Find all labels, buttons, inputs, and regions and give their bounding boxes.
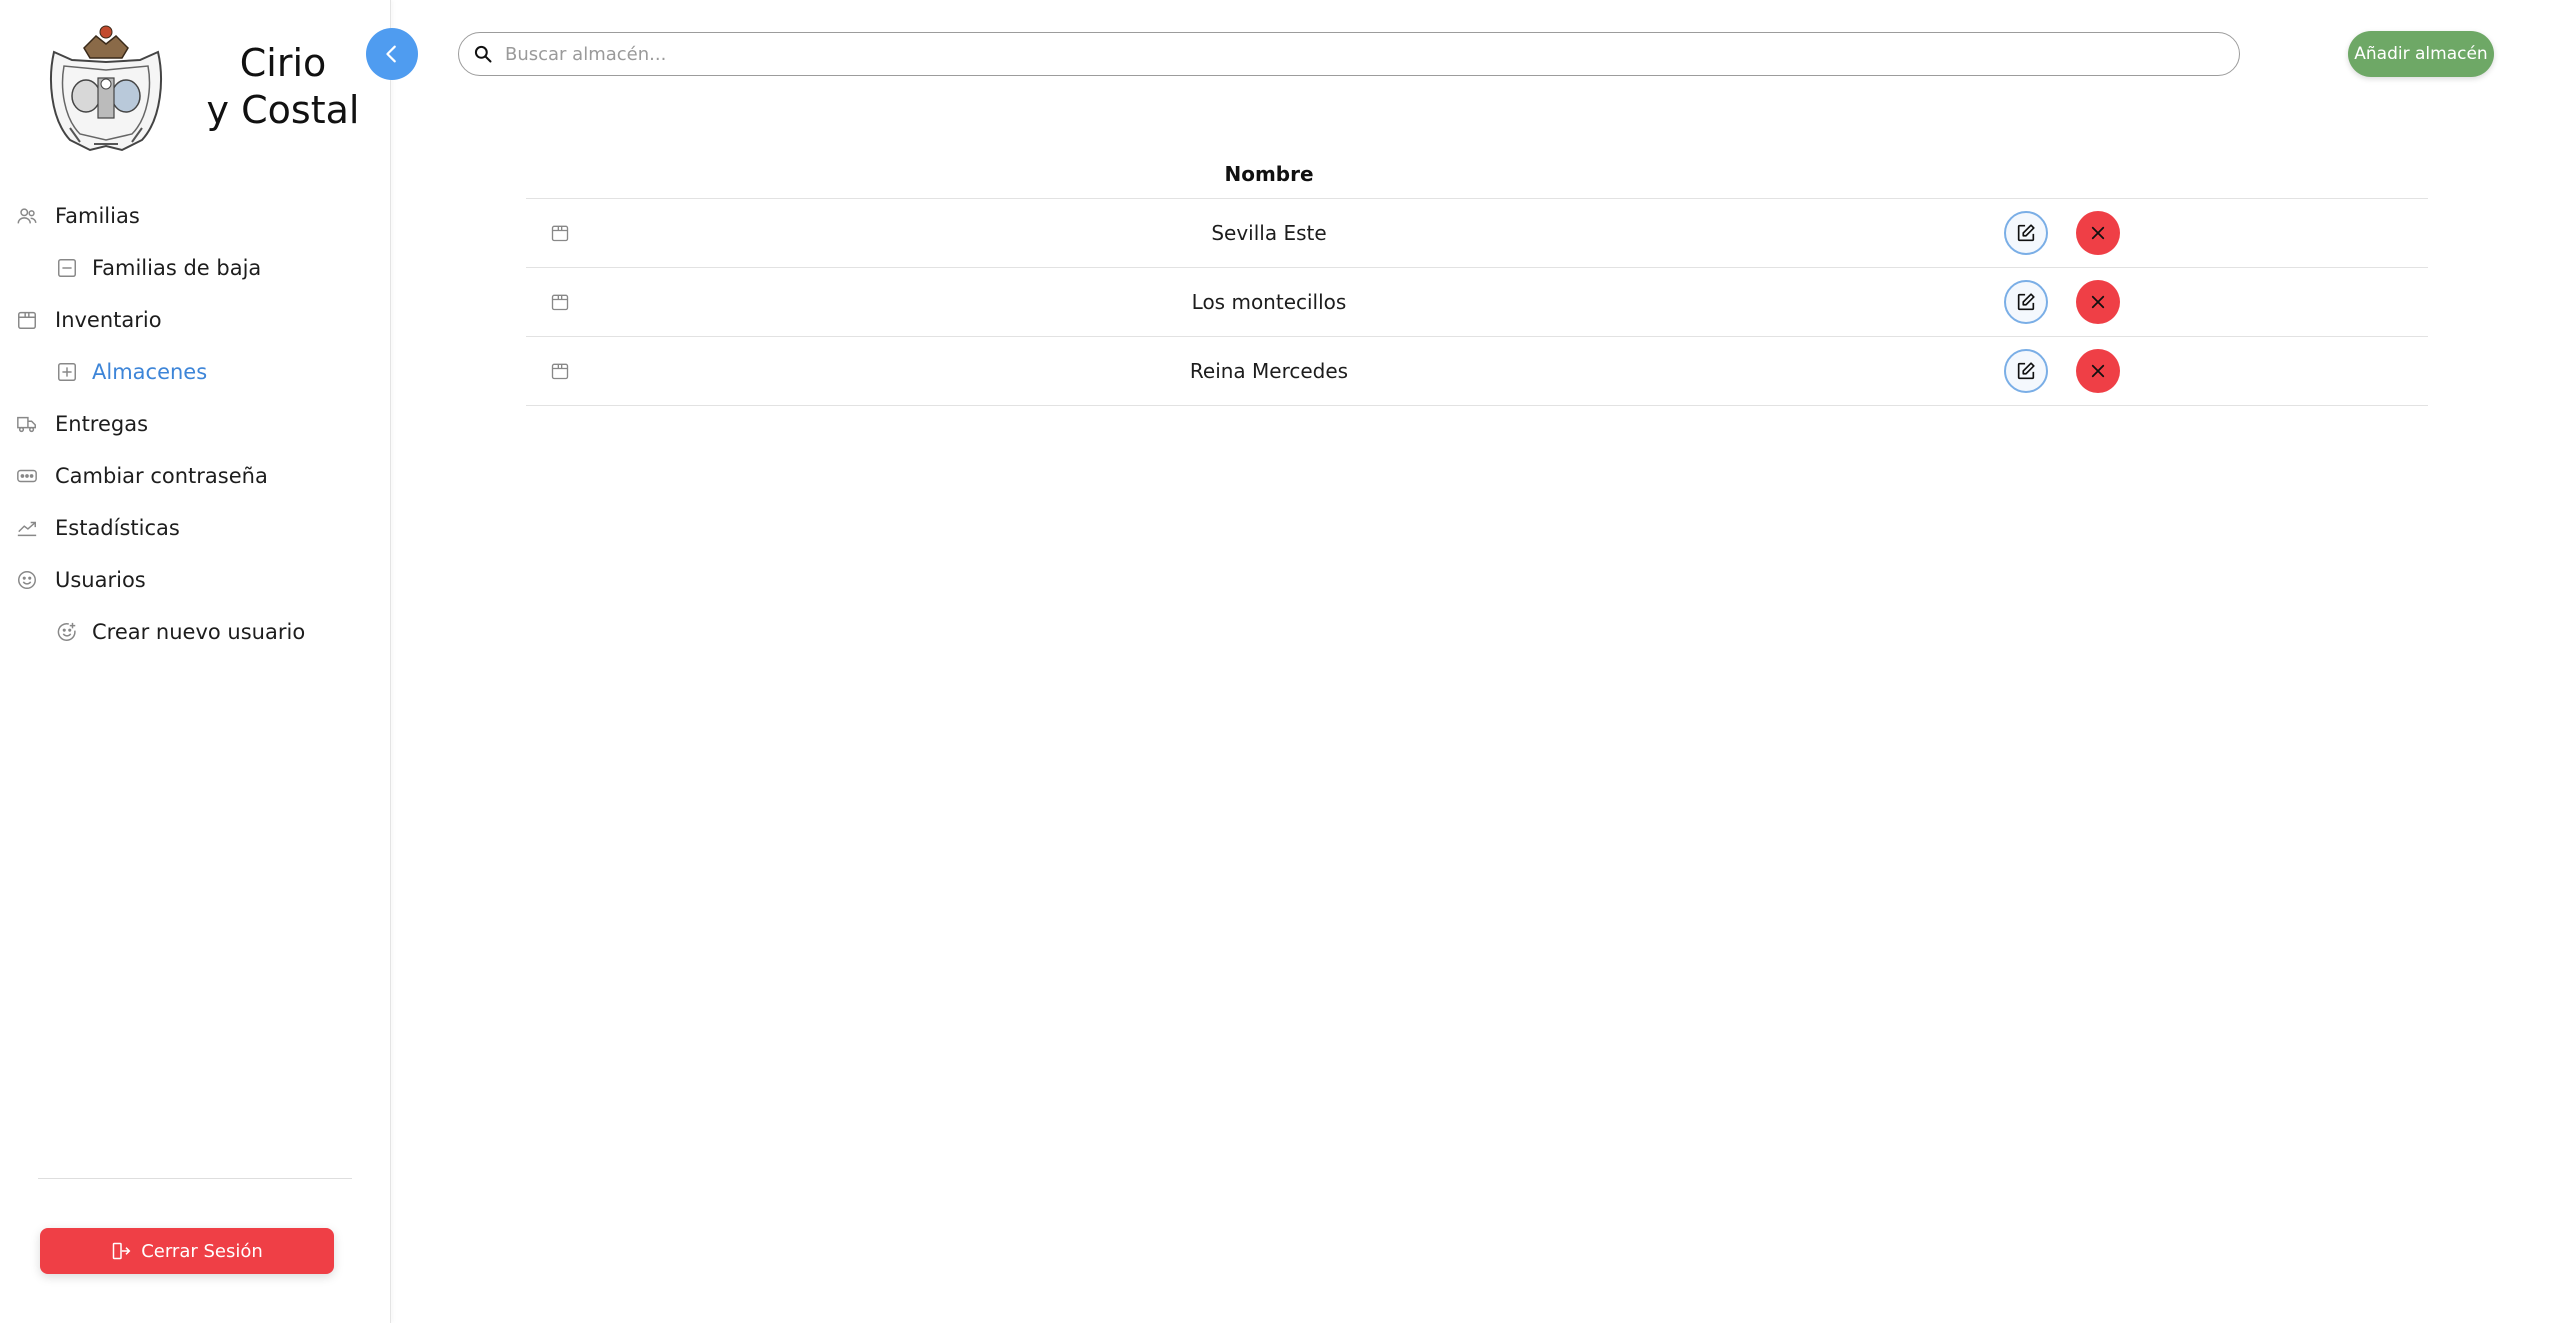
- coat-of-arms-logo: [50, 25, 162, 152]
- smile-icon: [18, 571, 36, 589]
- edit-button[interactable]: [2004, 280, 2048, 324]
- minus-square-icon: [58, 259, 76, 277]
- add-warehouse-button[interactable]: Añadir almacén: [2348, 31, 2494, 77]
- trend-chart-icon: [17, 521, 37, 537]
- sidebar-item-label: Familias de baja: [92, 256, 262, 280]
- edit-icon: [2017, 224, 2035, 242]
- warehouse-name: Reina Mercedes: [1189, 359, 1349, 383]
- edit-button[interactable]: [2004, 211, 2048, 255]
- sidebar-item-usuarios[interactable]: Usuarios: [0, 554, 390, 606]
- table-row: Reina Mercedes: [526, 337, 2428, 406]
- sidebar-item-crear-nuevo-usuario[interactable]: Crear nuevo usuario: [0, 606, 390, 658]
- delete-button[interactable]: [2076, 280, 2120, 324]
- sidebar-item-almacenes[interactable]: Almacenes: [0, 346, 390, 398]
- truck-icon: [17, 416, 36, 433]
- close-icon: [2091, 295, 2105, 309]
- brand-title-line-1: Cirio: [239, 41, 327, 85]
- sidebar-item-label: Inventario: [55, 308, 162, 332]
- logout-button[interactable]: Cerrar Sesión: [40, 1228, 334, 1274]
- chevron-left-icon: [386, 45, 396, 63]
- sidebar-item-label: Crear nuevo usuario: [92, 620, 306, 644]
- close-icon: [2091, 226, 2105, 240]
- sidebar-item-label: Cambiar contraseña: [55, 464, 268, 488]
- sidebar-nav: Familias Familias de baja Inventario Alm…: [0, 190, 390, 658]
- close-icon: [2091, 364, 2105, 378]
- sidebar-item-inventario[interactable]: Inventario: [0, 294, 390, 346]
- brand-title-line-2: y Costal: [206, 88, 360, 132]
- logout-label: Cerrar Sesión: [141, 1240, 263, 1262]
- sidebar-item-familias[interactable]: Familias: [0, 190, 390, 242]
- sidebar-item-label: Almacenes: [92, 360, 208, 384]
- table-row: Los montecillos: [526, 268, 2428, 337]
- sidebar-item-estadisticas[interactable]: Estadísticas: [0, 502, 390, 554]
- edit-button[interactable]: [2004, 349, 2048, 393]
- smile-plus-icon: [57, 622, 76, 641]
- users-icon: [17, 208, 37, 224]
- logout-icon: [112, 1242, 131, 1260]
- table-row: Sevilla Este: [526, 199, 2428, 268]
- search-input[interactable]: [503, 33, 2227, 75]
- warehouses-table: Nombre Sevilla Este Los montecillos Rein…: [526, 150, 2428, 406]
- sidebar-item-cambiar-contrasena[interactable]: Cambiar contraseña: [0, 450, 390, 502]
- brand: Cirio y Costal: [0, 0, 390, 170]
- column-header-nombre: Nombre: [1224, 162, 1314, 186]
- brand-title: Cirio y Costal: [198, 40, 368, 134]
- sidebar-item-label: Entregas: [55, 412, 149, 436]
- delete-button[interactable]: [2076, 349, 2120, 393]
- warehouse-name: Sevilla Este: [1211, 221, 1327, 245]
- plus-square-icon: [58, 363, 76, 381]
- sidebar-item-familias-de-baja[interactable]: Familias de baja: [0, 242, 390, 294]
- warehouse-name: Los montecillos: [1191, 290, 1347, 314]
- sidebar-item-label: Estadísticas: [55, 516, 180, 540]
- search-icon: [474, 45, 492, 63]
- sidebar-item-label: Usuarios: [55, 568, 146, 592]
- sidebar-item-entregas[interactable]: Entregas: [0, 398, 390, 450]
- delete-button[interactable]: [2076, 211, 2120, 255]
- box-icon: [18, 311, 36, 329]
- edit-icon: [2017, 362, 2035, 380]
- search-bar: [458, 32, 2240, 76]
- collapse-sidebar-button[interactable]: [366, 28, 418, 80]
- sidebar-divider: [38, 1178, 352, 1179]
- edit-icon: [2017, 293, 2035, 311]
- sidebar-item-label: Familias: [55, 204, 140, 228]
- sidebar: Cirio y Costal Familias Familias de baja…: [0, 0, 391, 1323]
- table-header: Nombre: [526, 150, 2428, 199]
- password-icon: [17, 469, 37, 483]
